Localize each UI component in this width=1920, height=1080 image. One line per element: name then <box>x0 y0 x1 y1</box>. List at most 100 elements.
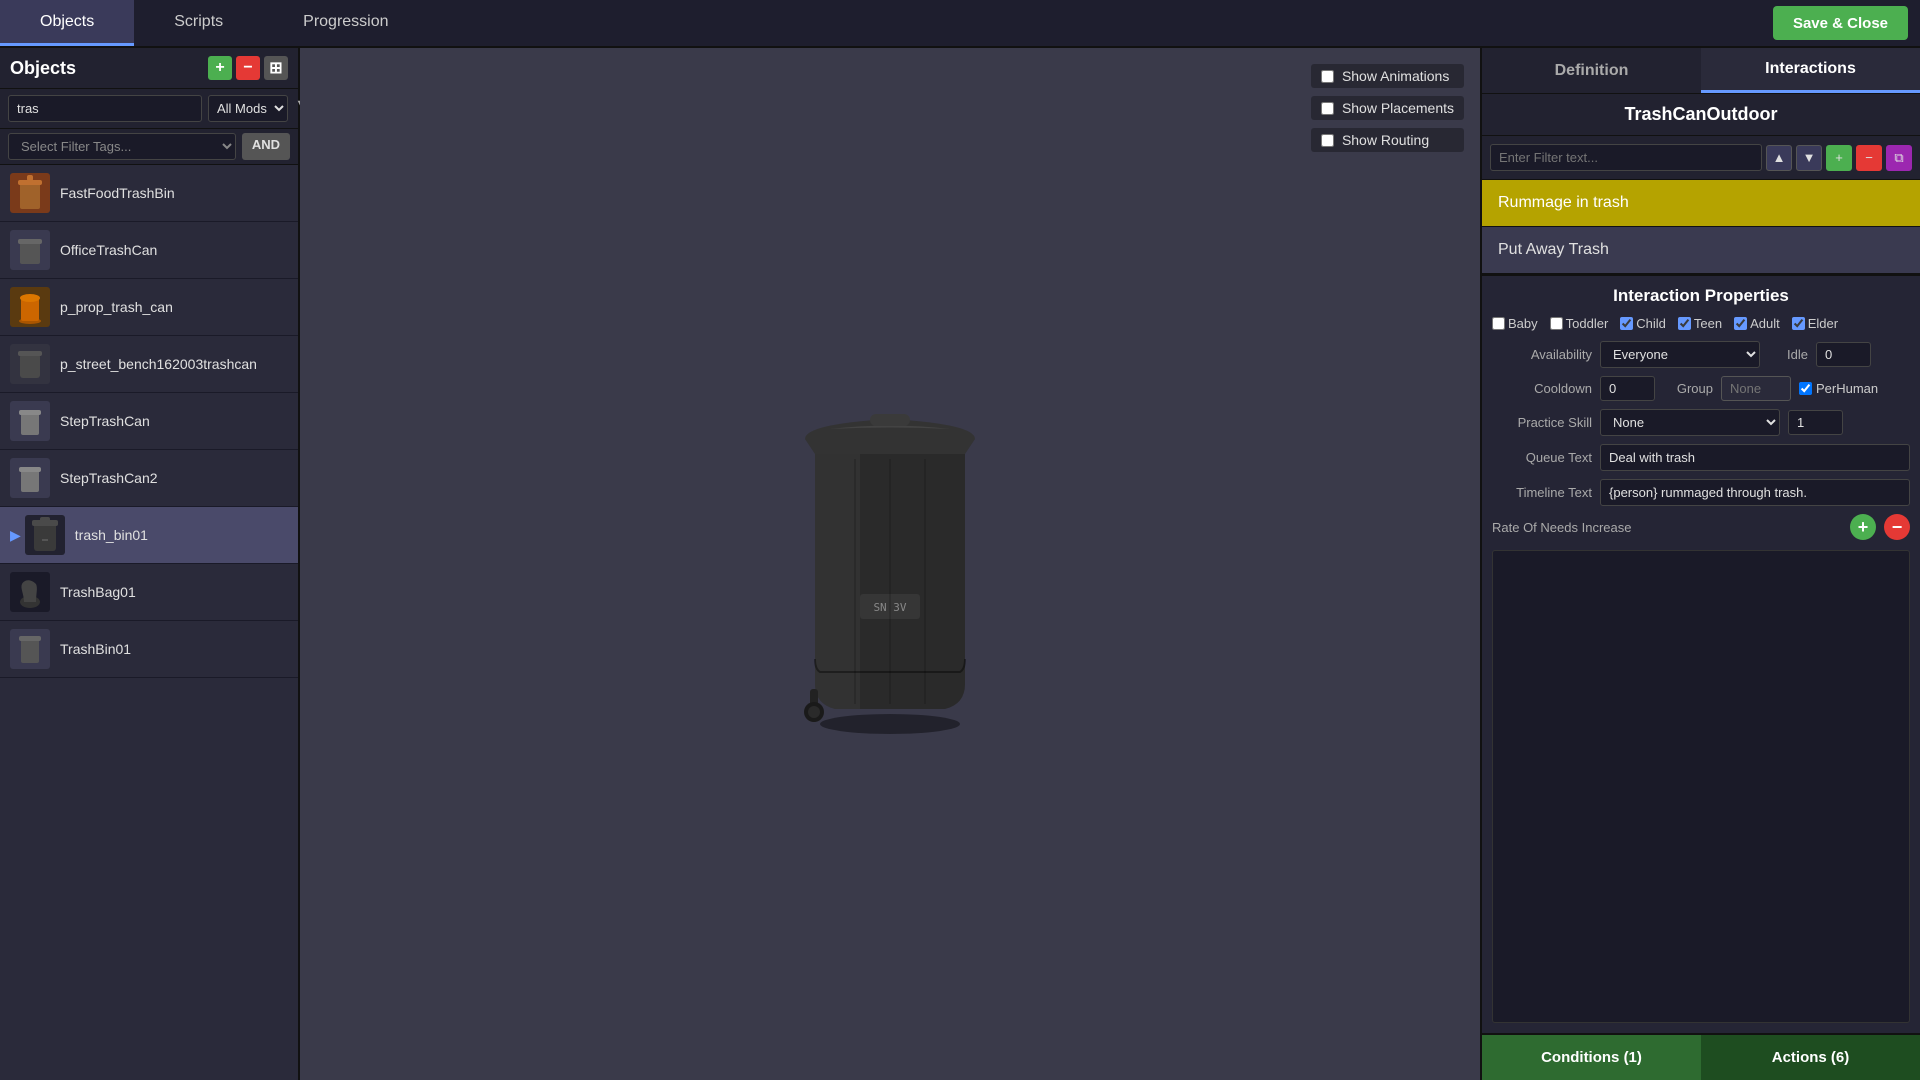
save-close-button[interactable]: Save & Close <box>1773 6 1908 40</box>
interaction-item-putaway[interactable]: Put Away Trash <box>1482 227 1920 274</box>
interaction-filter-input[interactable] <box>1490 144 1762 171</box>
needs-plus-button[interactable]: + <box>1850 514 1876 540</box>
left-panel-header: Objects + − ⊞ <box>0 48 298 89</box>
age-baby-check[interactable]: Baby <box>1492 316 1538 331</box>
show-routing-row: Show Routing <box>1311 128 1464 152</box>
list-item[interactable]: p_prop_trash_can <box>0 279 298 336</box>
list-item[interactable]: StepTrashCan <box>0 393 298 450</box>
list-item[interactable]: StepTrashCan2 <box>0 450 298 507</box>
tab-progression[interactable]: Progression <box>263 0 428 46</box>
per-human-label: PerHuman <box>1816 381 1878 396</box>
interaction-properties: Interaction Properties Baby Toddler Chil… <box>1482 274 1920 1033</box>
group-input[interactable] <box>1721 376 1791 401</box>
cooldown-row: Cooldown Group PerHuman <box>1492 376 1910 401</box>
list-item[interactable]: TrashBin01 <box>0 621 298 678</box>
show-routing-checkbox[interactable] <box>1321 134 1334 147</box>
age-adult-check[interactable]: Adult <box>1734 316 1780 331</box>
object-name: TrashBin01 <box>60 641 131 657</box>
filter-tags-row: Select Filter Tags... AND <box>0 129 298 165</box>
object-icon <box>10 230 50 270</box>
right-panel-tabs: Definition Interactions <box>1482 48 1920 94</box>
interaction-list: Rummage in trash Put Away Trash <box>1482 180 1920 274</box>
interaction-item-rummage[interactable]: Rummage in trash <box>1482 180 1920 227</box>
timeline-text-row: Timeline Text <box>1492 479 1910 506</box>
needs-minus-button[interactable]: − <box>1884 514 1910 540</box>
copy-interaction-button[interactable]: ⧉ <box>1886 145 1912 171</box>
needs-rate-row: Rate Of Needs Increase + − <box>1492 514 1910 540</box>
group-label: Group <box>1663 381 1713 396</box>
per-human-check[interactable]: PerHuman <box>1799 381 1878 396</box>
show-placements-checkbox[interactable] <box>1321 102 1334 115</box>
elder-checkbox[interactable] <box>1792 317 1805 330</box>
teen-checkbox[interactable] <box>1678 317 1691 330</box>
nav-up-button[interactable]: ▲ <box>1766 145 1792 171</box>
practice-skill-label: Practice Skill <box>1492 415 1592 430</box>
tab-interactions[interactable]: Interactions <box>1701 48 1920 93</box>
object-type-title: TrashCanOutdoor <box>1482 94 1920 136</box>
object-icon <box>10 344 50 384</box>
age-teen-check[interactable]: Teen <box>1678 316 1722 331</box>
list-item[interactable]: FastFoodTrashBin <box>0 165 298 222</box>
remove-object-button[interactable]: − <box>236 56 260 80</box>
object-icon <box>10 173 50 213</box>
object-icon <box>10 401 50 441</box>
queue-text-label: Queue Text <box>1492 450 1592 465</box>
cooldown-input[interactable] <box>1600 376 1655 401</box>
add-interaction-button[interactable]: + <box>1826 145 1852 171</box>
selected-arrow: ▶ <box>10 527 21 544</box>
main-layout: Objects + − ⊞ All Mods ▼ Select Filter T… <box>0 48 1920 1080</box>
tab-objects[interactable]: Objects <box>0 0 134 46</box>
toddler-checkbox[interactable] <box>1550 317 1563 330</box>
actions-button[interactable]: Actions (6) <box>1701 1035 1920 1080</box>
per-human-checkbox[interactable] <box>1799 382 1812 395</box>
age-toddler-check[interactable]: Toddler <box>1550 316 1609 331</box>
object-name: OfficeTrashCan <box>60 242 157 258</box>
left-panel-title: Objects <box>10 58 76 79</box>
object-name: StepTrashCan2 <box>60 470 158 486</box>
object-icon <box>10 572 50 612</box>
right-panel: Definition Interactions TrashCanOutdoor … <box>1480 48 1920 1080</box>
age-elder-check[interactable]: Elder <box>1792 316 1838 331</box>
filter-tags-select[interactable]: Select Filter Tags... <box>8 133 236 160</box>
and-badge: AND <box>242 133 290 160</box>
add-object-button[interactable]: + <box>208 56 232 80</box>
practice-skill-row: Practice Skill None <box>1492 409 1910 436</box>
queue-text-input[interactable] <box>1600 444 1910 471</box>
list-item[interactable]: p_street_bench162003trashcan <box>0 336 298 393</box>
mods-select[interactable]: All Mods <box>208 95 288 122</box>
conditions-button[interactable]: Conditions (1) <box>1482 1035 1701 1080</box>
show-animations-row: Show Animations <box>1311 64 1464 88</box>
search-row: All Mods ▼ <box>0 89 298 129</box>
object-icon <box>10 458 50 498</box>
show-animations-checkbox[interactable] <box>1321 70 1334 83</box>
grid-view-button[interactable]: ⊞ <box>264 56 288 80</box>
object-list: FastFoodTrashBin OfficeTrashCan p_prop_t… <box>0 165 298 1080</box>
object-icon <box>10 629 50 669</box>
trash-model-area: SN 3V <box>300 48 1480 1080</box>
child-checkbox[interactable] <box>1620 317 1633 330</box>
adult-checkbox[interactable] <box>1734 317 1747 330</box>
trash-bin-model: SN 3V <box>780 394 1000 734</box>
timeline-text-input[interactable] <box>1600 479 1910 506</box>
baby-checkbox[interactable] <box>1492 317 1505 330</box>
age-child-check[interactable]: Child <box>1620 316 1666 331</box>
idle-input[interactable] <box>1816 342 1871 367</box>
age-checks-row: Baby Toddler Child Teen Adult Elder <box>1492 316 1910 331</box>
search-input[interactable] <box>8 95 202 122</box>
list-item[interactable]: OfficeTrashCan <box>0 222 298 279</box>
tab-scripts[interactable]: Scripts <box>134 0 263 46</box>
show-animations-label: Show Animations <box>1342 68 1449 84</box>
center-viewport: Show Animations Show Placements Show Rou… <box>300 48 1480 1080</box>
props-title: Interaction Properties <box>1492 286 1910 306</box>
list-item-selected[interactable]: ▶ trash_bin01 <box>0 507 298 564</box>
tab-definition[interactable]: Definition <box>1482 48 1701 93</box>
list-item[interactable]: TrashBag01 <box>0 564 298 621</box>
practice-skill-select[interactable]: None <box>1600 409 1780 436</box>
show-placements-label: Show Placements <box>1342 100 1454 116</box>
availability-select[interactable]: Everyone Residents Only Visitors Only <box>1600 341 1760 368</box>
object-icon <box>10 287 50 327</box>
remove-interaction-button[interactable]: − <box>1856 145 1882 171</box>
practice-skill-num-input[interactable] <box>1788 410 1843 435</box>
nav-down-button[interactable]: ▼ <box>1796 145 1822 171</box>
availability-row: Availability Everyone Residents Only Vis… <box>1492 341 1910 368</box>
